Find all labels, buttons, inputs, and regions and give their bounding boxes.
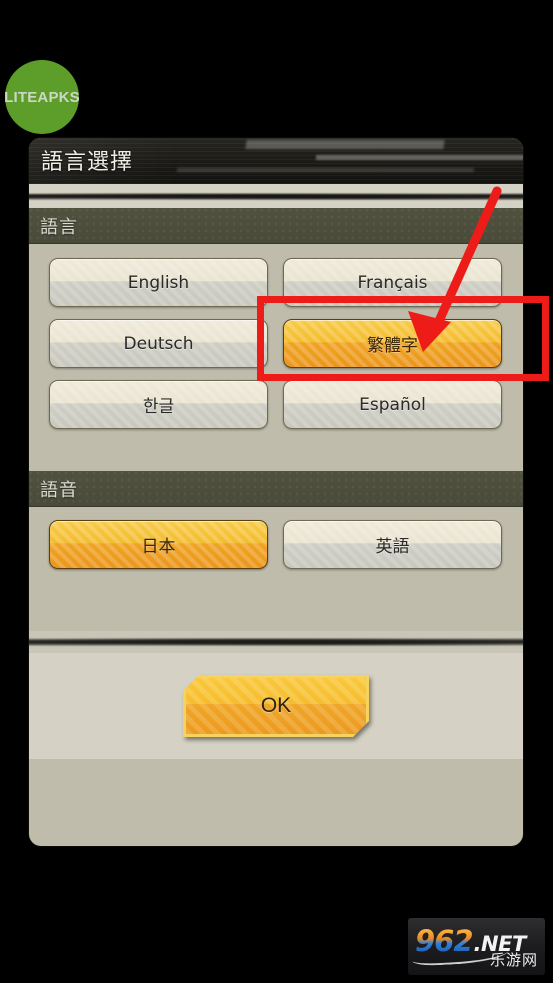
site-watermark: 962 .NET 乐游网	[408, 918, 545, 975]
voice-option-grid: 日本 英語	[29, 507, 523, 569]
language-option-label: Deutsch	[123, 333, 194, 354]
section-header-language-label: 語言	[40, 217, 78, 238]
voice-option-label: 英語	[375, 537, 410, 557]
language-option-espanol[interactable]: Español	[283, 380, 502, 429]
dialog-footer: OK	[29, 653, 523, 759]
language-option-label: English	[127, 272, 190, 293]
section-header-voice: 語音	[29, 471, 523, 507]
grunge-smudge-icon	[177, 168, 474, 172]
language-select-dialog: 語言選擇 語言 English Français Deutsch 繁體字 한글	[29, 138, 523, 846]
language-option-label: Français	[357, 272, 428, 293]
ok-button-label: OK	[260, 694, 292, 717]
voice-option-japanese[interactable]: 日本	[49, 520, 268, 569]
language-option-traditional-chinese[interactable]: 繁體字	[283, 319, 502, 368]
language-section-spacer	[29, 429, 523, 471]
grunge-smudge-icon	[315, 155, 523, 160]
language-option-deutsch[interactable]: Deutsch	[49, 319, 268, 368]
liteapks-badge: LITEAPKS	[4, 60, 80, 134]
brush-stroke-icon	[29, 193, 523, 200]
brush-stroke-icon	[29, 638, 523, 646]
ok-button-wrapper: OK	[183, 675, 369, 737]
app-screen: LITEAPKS 語言選擇 語言 English Français Deutsc…	[0, 0, 553, 983]
ok-button[interactable]: OK	[183, 675, 369, 737]
dialog-title: 語言選擇	[41, 150, 134, 175]
section-header-language: 語言	[29, 208, 523, 244]
language-option-label: 한글	[142, 397, 175, 417]
liteapks-badge-label: LITEAPKS	[4, 88, 80, 106]
language-option-grid: English Français Deutsch 繁體字 한글 Español	[29, 244, 523, 429]
site-watermark-chinese: 乐游网	[489, 951, 538, 969]
language-option-korean[interactable]: 한글	[49, 380, 268, 429]
section-header-voice-label: 語音	[40, 480, 78, 501]
voice-option-label: 日本	[141, 537, 176, 557]
language-option-francais[interactable]: Français	[283, 258, 502, 307]
voice-option-english[interactable]: 英語	[283, 520, 502, 569]
header-brush-divider	[29, 184, 523, 208]
grunge-smudge-icon	[245, 140, 445, 149]
voice-section-spacer	[29, 569, 523, 631]
footer-brush-divider	[29, 631, 523, 653]
language-option-english[interactable]: English	[49, 258, 268, 307]
dialog-header-band: 語言選擇	[29, 138, 523, 184]
language-option-label: 繁體字	[367, 336, 418, 356]
language-option-label: Español	[359, 394, 426, 415]
